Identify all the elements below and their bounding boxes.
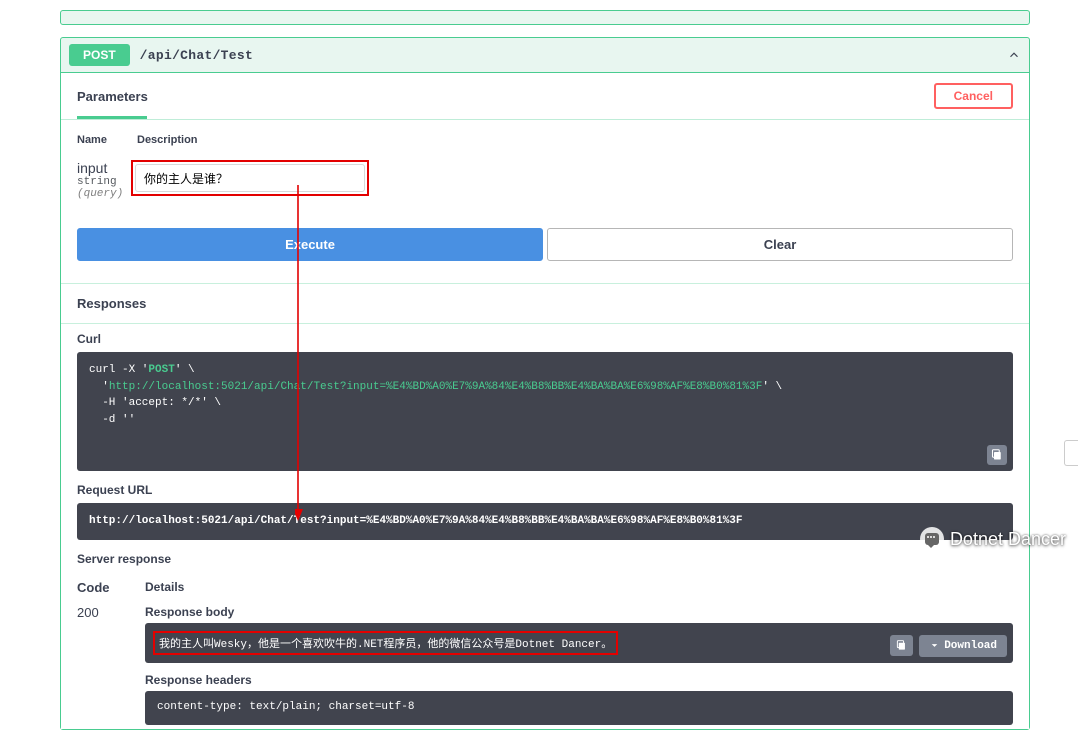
server-response-label: Server response: [77, 552, 1013, 566]
clear-button[interactable]: Clear: [547, 228, 1013, 261]
curl-block: curl -X 'POST' \ 'http://localhost:5021/…: [77, 352, 1013, 471]
parameters-columns: Name Description: [77, 134, 1013, 146]
request-url-section: Request URL http://localhost:5021/api/Ch…: [61, 475, 1029, 544]
curl-section: Curl curl -X 'POST' \ 'http://localhost:…: [61, 324, 1029, 475]
side-handle[interactable]: [1064, 440, 1078, 466]
response-code: 200: [77, 605, 117, 725]
code-header: Code: [77, 580, 117, 595]
request-url-text: http://localhost:5021/api/Chat/Test?inpu…: [89, 515, 743, 527]
prev-endpoint-collapsed[interactable]: [60, 10, 1030, 25]
copy-curl-icon[interactable]: [987, 445, 1007, 465]
request-url-block: http://localhost:5021/api/Chat/Test?inpu…: [77, 503, 1013, 540]
download-label: Download: [944, 640, 997, 652]
cancel-button[interactable]: Cancel: [934, 83, 1013, 109]
page-root: POST /api/Chat/Test Parameters Cancel Na…: [60, 10, 1030, 730]
endpoint-header[interactable]: POST /api/Chat/Test: [61, 38, 1029, 72]
param-in: (query): [77, 188, 137, 200]
endpoint-block: POST /api/Chat/Test Parameters Cancel Na…: [60, 37, 1030, 730]
response-details: Response body 我的主人叫Wesky，他是一个喜欢吹牛的.NET程序…: [145, 605, 1013, 725]
parameters-title: Parameters: [77, 89, 148, 104]
request-url-label: Request URL: [77, 483, 1013, 497]
copy-body-icon[interactable]: [890, 635, 913, 656]
parameters-bar: Parameters Cancel: [61, 73, 1029, 119]
curl-text: curl -X 'POST' \ 'http://localhost:5021/…: [89, 364, 782, 426]
response-columns: Code Details: [61, 572, 1029, 601]
response-body-text: 我的主人叫Wesky，他是一个喜欢吹牛的.NET程序员，他的微信公众号是Dotn…: [159, 639, 612, 651]
download-button[interactable]: Download: [919, 635, 1007, 657]
endpoint-body: Parameters Cancel Name Description input…: [61, 72, 1029, 729]
method-badge: POST: [69, 44, 130, 66]
param-input-cell: [137, 160, 1013, 196]
highlight-box-input: [131, 160, 369, 196]
response-row: 200 Response body 我的主人叫Wesky，他是一个喜欢吹牛的.N…: [61, 601, 1029, 729]
highlight-box-body: 我的主人叫Wesky，他是一个喜欢吹牛的.NET程序员，他的微信公众号是Dotn…: [153, 631, 618, 655]
response-headers-block: content-type: text/plain; charset=utf-8: [145, 691, 1013, 725]
param-type: string: [77, 176, 137, 188]
response-body-block: 我的主人叫Wesky，他是一个喜欢吹牛的.NET程序员，他的微信公众号是Dotn…: [145, 623, 1013, 663]
server-response-section: Server response: [61, 544, 1029, 566]
col-desc-header: Description: [137, 134, 1013, 146]
col-name-header: Name: [77, 134, 137, 146]
endpoint-path: /api/Chat/Test: [140, 48, 253, 63]
response-headers-label: Response headers: [145, 673, 1013, 687]
parameter-row: input string (query): [77, 160, 1013, 200]
response-body-label: Response body: [145, 605, 1013, 619]
chevron-up-icon[interactable]: [1007, 48, 1021, 62]
parameters-table: Name Description input string (query): [61, 120, 1029, 204]
details-header: Details: [145, 580, 184, 595]
param-name: input: [77, 160, 137, 176]
parameter-meta: input string (query): [77, 160, 137, 200]
responses-title: Responses: [61, 283, 1029, 324]
response-headers-text: content-type: text/plain; charset=utf-8: [157, 701, 414, 713]
action-row: Execute Clear: [61, 204, 1029, 271]
param-input[interactable]: [135, 164, 365, 192]
curl-label: Curl: [77, 332, 1013, 346]
execute-button[interactable]: Execute: [77, 228, 543, 261]
